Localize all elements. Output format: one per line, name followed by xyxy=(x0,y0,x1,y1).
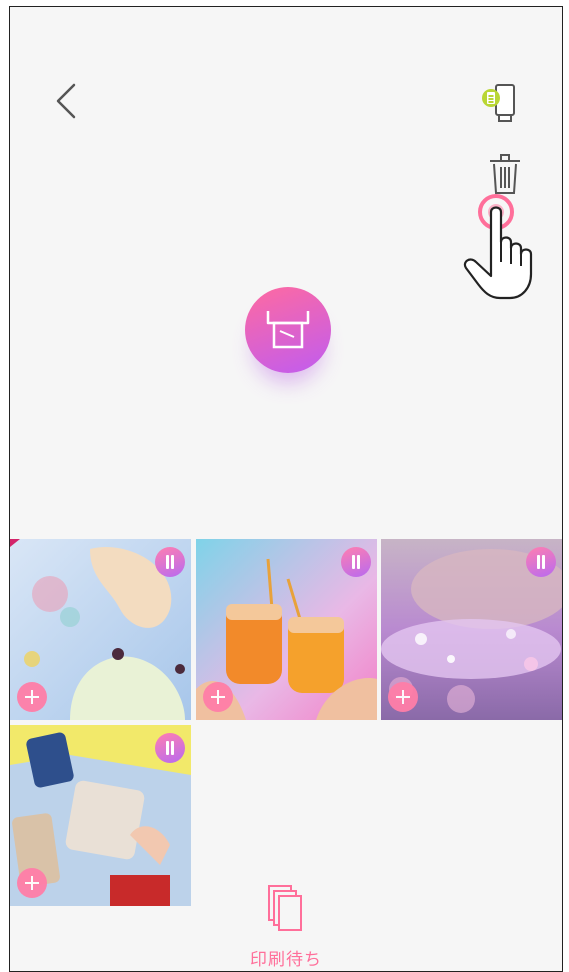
queue-photo-2[interactable] xyxy=(196,539,377,720)
pause-button[interactable] xyxy=(155,733,185,763)
add-copy-button[interactable] xyxy=(17,868,47,898)
add-copy-button[interactable] xyxy=(17,682,47,712)
printer-battery-icon xyxy=(482,84,515,122)
back-button[interactable] xyxy=(50,79,84,123)
print-queue-label: 印刷待ち xyxy=(250,950,322,970)
chevron-left-icon xyxy=(56,83,76,119)
printer-status-indicator[interactable] xyxy=(476,81,524,129)
pause-button[interactable] xyxy=(155,547,185,577)
add-copy-button[interactable] xyxy=(388,682,418,712)
pause-button[interactable] xyxy=(341,547,371,577)
print-button[interactable] xyxy=(245,287,331,373)
tap-hint-hand xyxy=(460,192,550,307)
app-screen: 印刷待ち xyxy=(9,6,563,972)
queue-photo-4[interactable] xyxy=(10,725,191,906)
printer-icon xyxy=(266,311,310,349)
queue-photo-3[interactable] xyxy=(381,539,562,720)
stacked-pages-icon xyxy=(268,885,302,931)
pointing-hand-icon xyxy=(463,194,533,300)
queue-photo-1[interactable] xyxy=(10,539,191,720)
pause-button[interactable] xyxy=(526,547,556,577)
print-queue-button[interactable]: 印刷待ち xyxy=(236,883,336,971)
add-copy-button[interactable] xyxy=(203,682,233,712)
